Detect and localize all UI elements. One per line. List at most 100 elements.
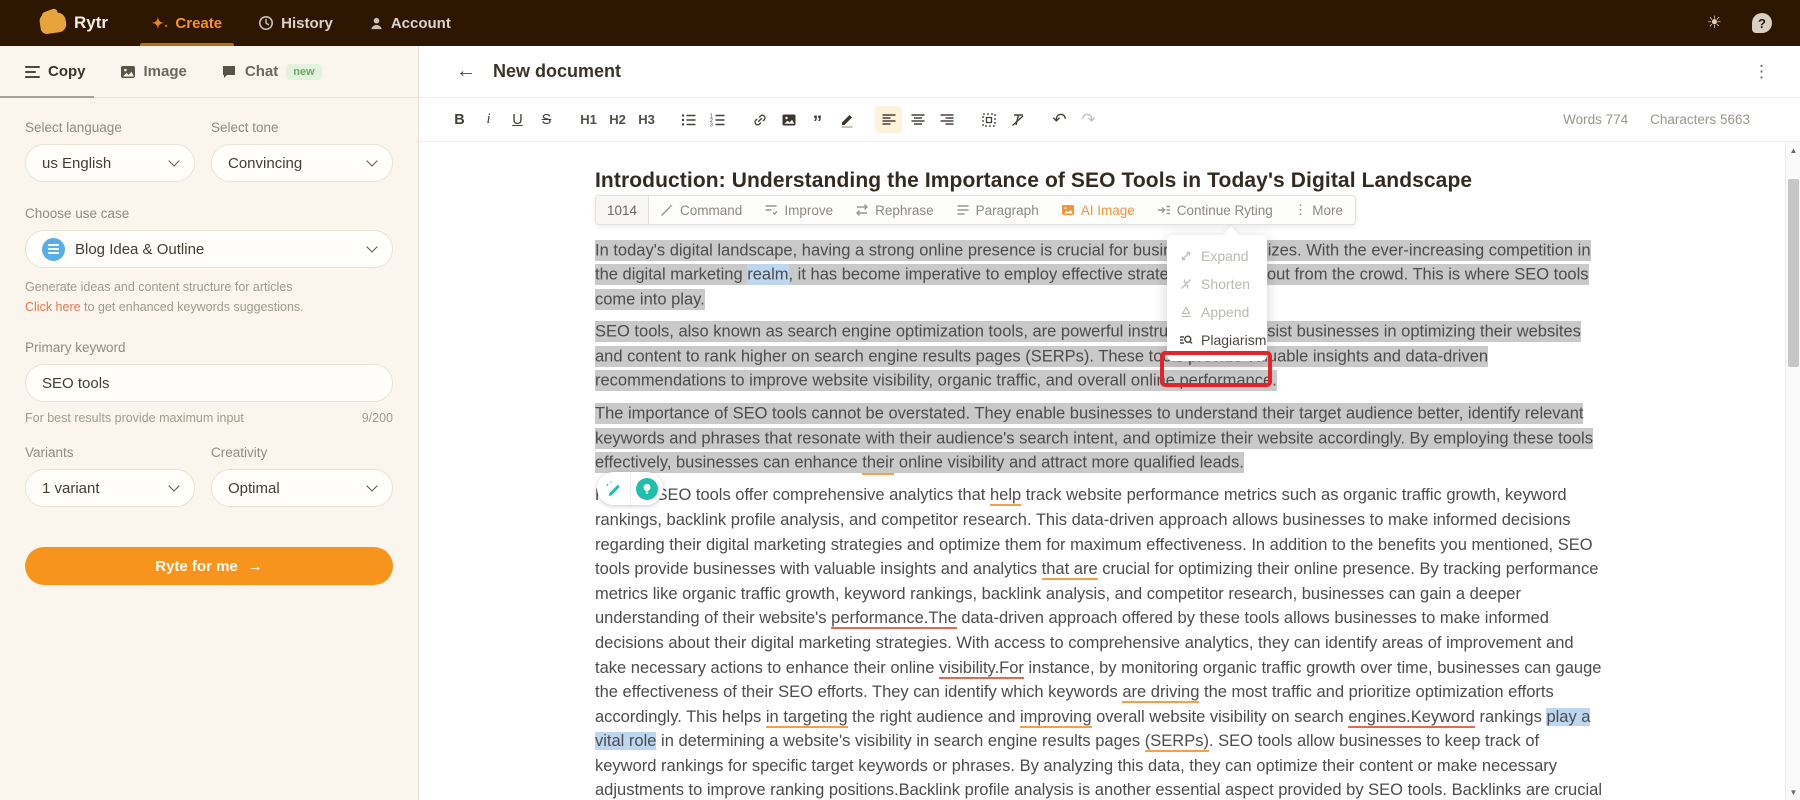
marked-text: help [990, 486, 1021, 506]
h1-button[interactable]: H1 [575, 106, 602, 133]
primary-keyword-field[interactable] [25, 364, 393, 402]
variants-select[interactable]: 1 variant [25, 469, 195, 507]
brand-name: Rytr [74, 13, 108, 33]
highlight-pen-button[interactable] [833, 106, 860, 133]
arrow-right-icon: → [248, 558, 263, 575]
back-button[interactable]: ← [456, 60, 476, 83]
strikethrough-button[interactable]: S [533, 106, 560, 133]
blockquote-button[interactable]: ” [804, 106, 831, 133]
tone-select[interactable]: Convincing [211, 144, 393, 182]
ryte-for-me-button[interactable]: Ryte for me → [25, 547, 393, 585]
scrollbar-thumb[interactable] [1788, 179, 1799, 367]
align-right-button[interactable] [933, 106, 960, 133]
more-button[interactable]: ⋮ More [1284, 202, 1355, 218]
link-button[interactable] [746, 106, 773, 133]
use-case-label: Choose use case [25, 206, 393, 221]
kebab-menu-icon[interactable]: ⋮ [1753, 62, 1770, 82]
redo-button[interactable]: ↷ [1075, 106, 1102, 133]
menu-label: Shorten [1201, 276, 1250, 292]
ctx-label: Continue Ryting [1177, 203, 1273, 218]
align-left-button[interactable] [875, 106, 902, 133]
marked-text: (SERPs) [1145, 732, 1209, 752]
click-here-link[interactable]: Click here [25, 300, 81, 314]
bold-button[interactable]: B [446, 106, 473, 133]
menu-label: Append [1201, 304, 1249, 320]
ctx-label: AI Image [1081, 203, 1135, 218]
more-dropdown-menu: Expand Shorten Append Plagiarism [1167, 235, 1267, 361]
idea-bulb-button[interactable] [630, 472, 663, 505]
marked-text: performance.The [831, 609, 957, 629]
marked-text: that are [1042, 560, 1098, 580]
editor-toolbar: B i U S H1 H2 H3 123 ” [419, 98, 1800, 142]
document-paragraph[interactable]: Further, SEO tools offer comprehensive a… [595, 483, 1603, 800]
nav-label: Create [175, 15, 222, 32]
ctx-label: Improve [784, 203, 833, 218]
chevron-down-icon [366, 481, 377, 492]
align-center-button[interactable] [904, 106, 931, 133]
menu-item-plagiarism[interactable]: Plagiarism [1167, 326, 1267, 354]
bullet-list-button[interactable] [675, 106, 702, 133]
h2-button[interactable]: H2 [604, 106, 631, 133]
document-paragraph[interactable]: The importance of SEO tools cannot be ov… [595, 402, 1603, 476]
use-case-hint: Generate ideas and content structure for… [25, 278, 393, 296]
rephrase-button[interactable]: Rephrase [844, 196, 945, 224]
characters-value: 5663 [1720, 112, 1750, 127]
primary-keyword-input[interactable] [42, 375, 376, 392]
nav-item-history[interactable]: History [240, 0, 351, 46]
vertical-scrollbar[interactable]: ▲ ▼ [1785, 142, 1800, 800]
paragraph-text: in determining a website's visibility in… [656, 732, 1144, 750]
nav-item-account[interactable]: Account [351, 0, 469, 46]
tab-copy[interactable]: Copy [25, 46, 86, 97]
link-suffix: to get enhanced keywords suggestions. [81, 300, 304, 314]
new-badge: new [286, 64, 321, 80]
italic-button[interactable]: i [475, 106, 502, 133]
language-select[interactable]: us English [25, 144, 195, 182]
cta-label: Ryte for me [155, 558, 238, 575]
nav-item-create[interactable]: ✦˖ Create [134, 0, 240, 46]
marked-text: engines.Keyword [1348, 708, 1475, 728]
select-all-button[interactable] [975, 106, 1002, 133]
document-paragraph[interactable]: SEO tools, also known as search engine o… [595, 320, 1603, 394]
improve-button[interactable]: Improve [753, 196, 844, 224]
undo-button[interactable]: ↶ [1046, 106, 1073, 133]
document-title[interactable]: Introduction: Understanding the Importan… [595, 169, 1615, 193]
magic-pencil-button[interactable] [597, 472, 630, 505]
lightbulb-icon [636, 478, 658, 500]
sidebar-tabs: Copy Image Chat new [0, 46, 418, 98]
svg-text:3: 3 [710, 122, 713, 127]
ordered-list-button[interactable]: 123 [704, 106, 731, 133]
menu-item-expand[interactable]: Expand [1167, 242, 1267, 270]
use-case-select[interactable]: Blog Idea & Outline [25, 230, 393, 268]
underline-button[interactable]: U [504, 106, 531, 133]
scroll-down-arrow[interactable]: ▼ [1786, 784, 1800, 800]
document-paragraph[interactable]: In today's digital landscape, having a s… [595, 238, 1603, 312]
clear-format-button[interactable] [1004, 106, 1031, 133]
vertical-ellipsis-icon: ⋮ [1294, 202, 1308, 218]
continue-ryting-button[interactable]: Continue Ryting [1146, 196, 1284, 224]
document-editor[interactable]: Introduction: Understanding the Importan… [419, 142, 1800, 800]
words-value: 774 [1606, 112, 1629, 127]
paragraph-button[interactable]: Paragraph [945, 196, 1050, 224]
history-clock-icon [258, 15, 274, 31]
theme-toggle-icon[interactable]: ☀ [1707, 13, 1722, 33]
scroll-up-arrow[interactable]: ▲ [1786, 142, 1800, 158]
inline-assist-buttons [597, 472, 663, 505]
keywords-suggestion-line: Click here to get enhanced keywords sugg… [25, 298, 393, 316]
ai-image-button[interactable]: AI Image [1050, 196, 1146, 224]
characters-label: Characters [1650, 112, 1716, 127]
page-title: New document [493, 61, 621, 82]
marked-text: realm [747, 264, 788, 285]
nav-label: Account [391, 15, 451, 32]
tone-label: Select tone [211, 120, 393, 135]
tab-image[interactable]: Image [120, 46, 187, 97]
menu-item-append[interactable]: Append [1167, 298, 1267, 326]
keyword-hint: For best results provide maximum input [25, 411, 244, 425]
h3-button[interactable]: H3 [633, 106, 660, 133]
creativity-select[interactable]: Optimal [211, 469, 393, 507]
insert-image-button[interactable] [775, 106, 802, 133]
menu-item-shorten[interactable]: Shorten [1167, 270, 1267, 298]
brand[interactable]: Rytr [0, 0, 134, 46]
tab-chat[interactable]: Chat new [221, 46, 322, 97]
command-button[interactable]: Command [649, 196, 753, 224]
help-icon[interactable]: ? [1752, 13, 1772, 33]
